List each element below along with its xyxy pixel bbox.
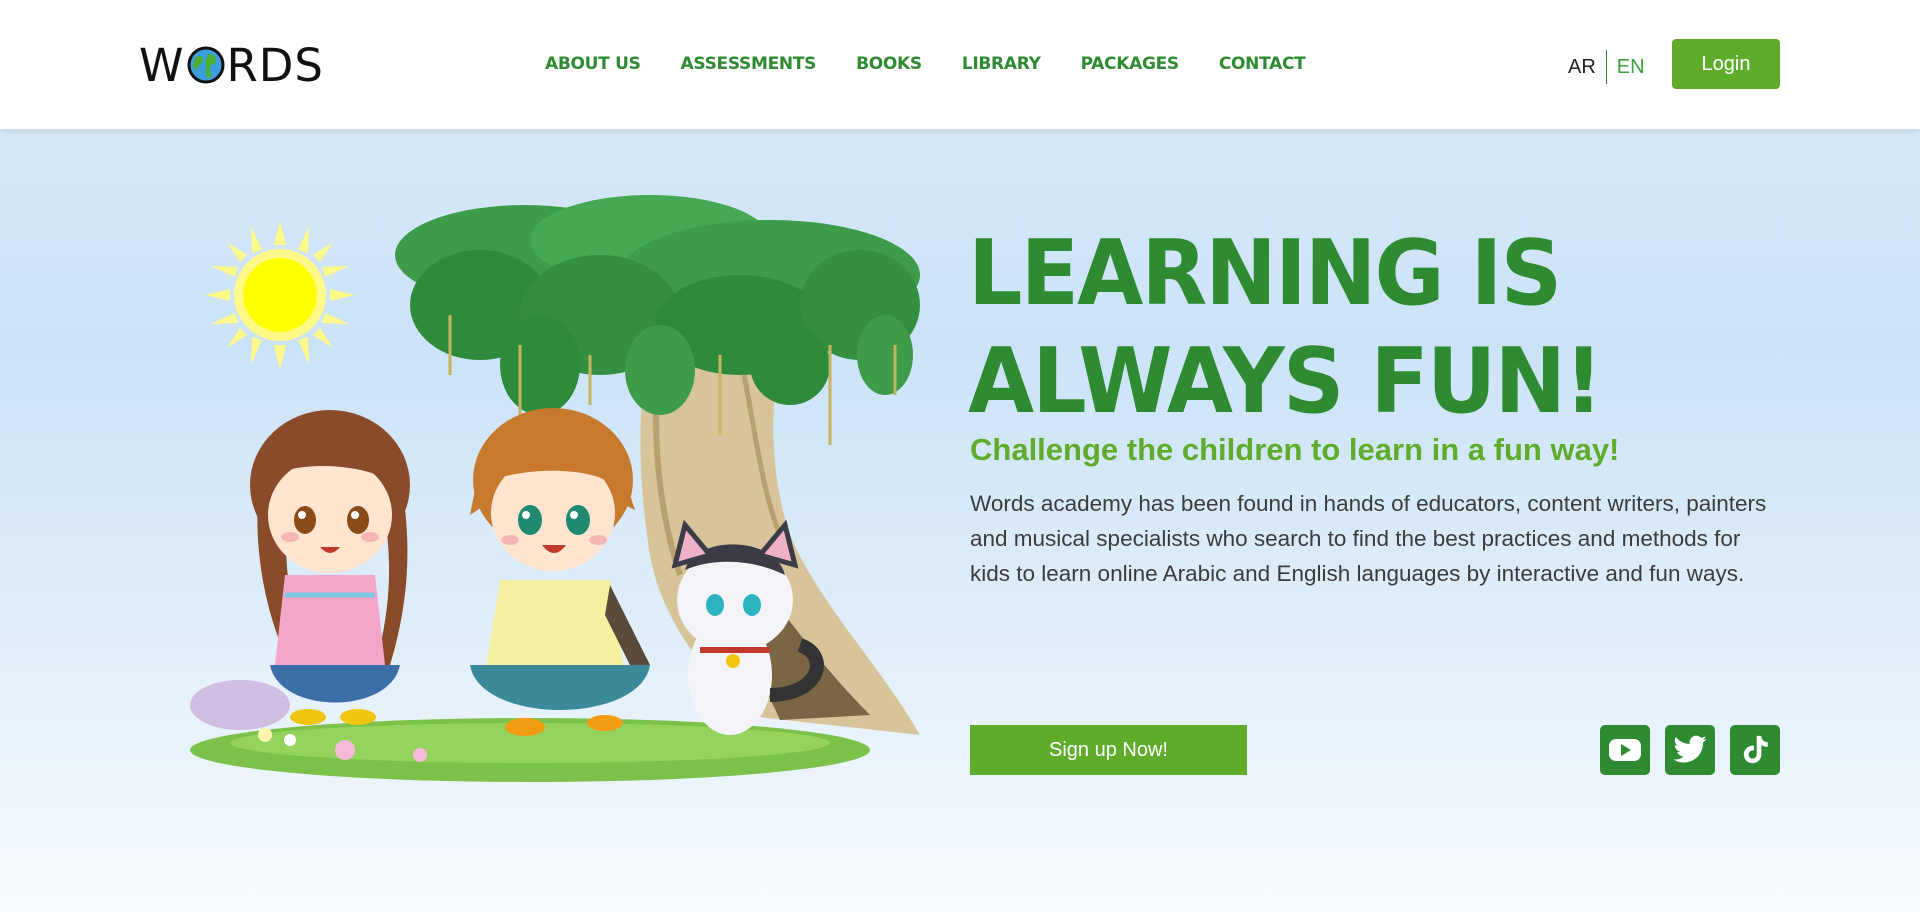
hero-description: Words academy has been found in hands of… bbox=[970, 491, 1767, 586]
youtube-link[interactable] bbox=[1600, 725, 1650, 775]
twitter-icon bbox=[1673, 735, 1707, 763]
language-en[interactable]: EN bbox=[1607, 56, 1645, 79]
twitter-link[interactable] bbox=[1665, 725, 1715, 775]
main-nav: ABOUT US ASSESSMENTS BOOKS LIBRARY PACKA… bbox=[545, 54, 1306, 74]
boy-character bbox=[470, 408, 650, 736]
tiktok-icon bbox=[1743, 735, 1768, 764]
nav-item-contact[interactable]: CONTACT bbox=[1219, 54, 1306, 74]
logo-letter-w: W bbox=[139, 38, 185, 92]
social-links bbox=[1600, 725, 1780, 775]
site-header: W RDS ABOUT US ASSESSMENTS BOOKS LIBRARY… bbox=[0, 0, 1920, 129]
language-ar[interactable]: AR bbox=[1568, 56, 1606, 79]
nav-item-packages[interactable]: PACKAGES bbox=[1081, 54, 1180, 74]
words-logo[interactable]: W RDS bbox=[139, 38, 324, 92]
hero-title-line2: ALWAYS FUN! bbox=[968, 329, 1603, 434]
nav-item-about-us[interactable]: ABOUT US bbox=[545, 54, 641, 74]
language-switcher: AR EN bbox=[1568, 50, 1645, 84]
hero-subtitle: Challenge the children to learn in a fun… bbox=[970, 432, 1620, 467]
girl-character bbox=[250, 410, 410, 725]
login-button[interactable]: Login bbox=[1672, 39, 1780, 89]
globe-icon bbox=[187, 46, 224, 84]
nav-item-library[interactable]: LIBRARY bbox=[962, 54, 1041, 74]
nav-item-books[interactable]: BOOKS bbox=[856, 54, 922, 74]
hero-title-line1: LEARNING IS bbox=[968, 221, 1562, 326]
tree-illustration bbox=[395, 195, 920, 735]
nav-item-assessments[interactable]: ASSESSMENTS bbox=[681, 54, 817, 74]
tiktok-link[interactable] bbox=[1730, 725, 1780, 775]
logo-letters-rds: RDS bbox=[226, 38, 324, 92]
hero-illustration bbox=[190, 195, 920, 782]
signup-button[interactable]: Sign up Now! bbox=[970, 725, 1247, 775]
hero-title: LEARNING IS ALWAYS FUN! bbox=[968, 220, 1633, 436]
sun-icon bbox=[205, 220, 355, 370]
youtube-icon bbox=[1609, 739, 1641, 761]
